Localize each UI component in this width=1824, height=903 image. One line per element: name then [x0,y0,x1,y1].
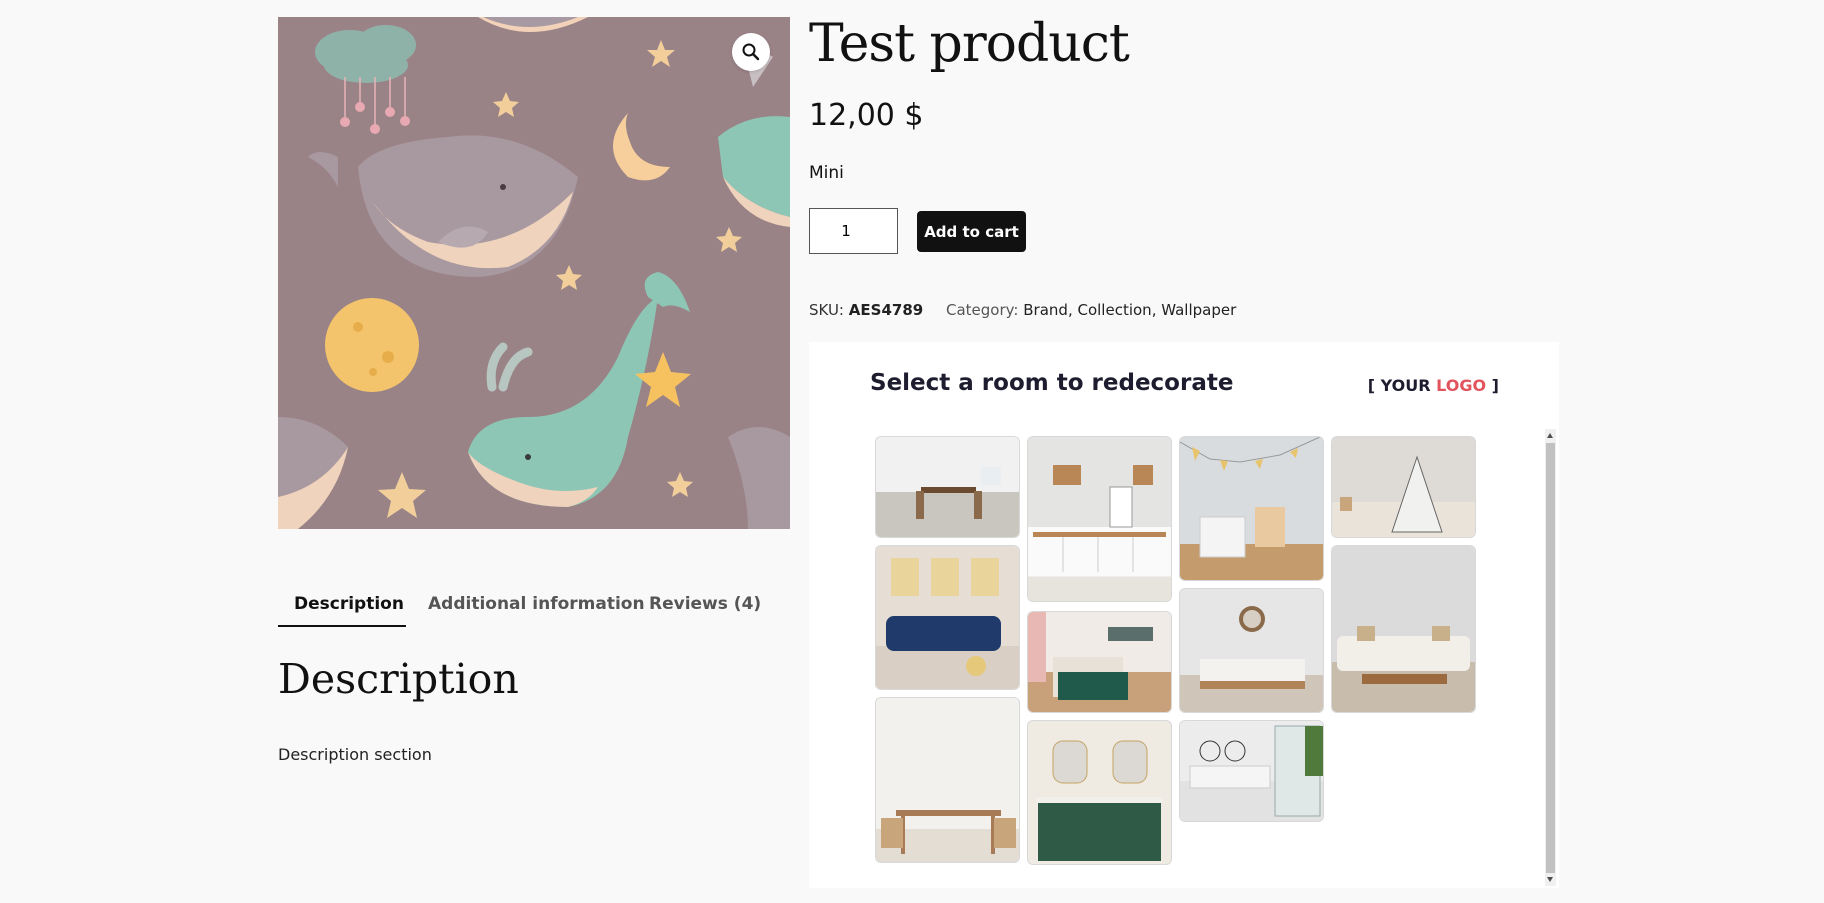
room-image [1340,455,1443,533]
zoom-button[interactable] [732,33,770,71]
room-thumb-bathroom-green-vanity[interactable] [1028,721,1171,864]
room-list-scrollbar[interactable] [1545,429,1556,886]
room-thumb-living-room-blue-sofa[interactable] [876,546,1019,689]
scroll-up-arrow-icon[interactable] [1547,433,1553,438]
room-thumb-kids-teepee[interactable] [1332,437,1475,537]
tab-additional-information[interactable]: Additional information [428,594,645,614]
room-image [1189,725,1323,817]
room-image [1036,740,1163,861]
room-thumb-bedroom-clock[interactable] [1180,589,1323,712]
category-link-brand[interactable]: Brand [1023,301,1068,319]
room-image [1033,465,1166,572]
room-thumb-kitchen-cabinets[interactable] [1028,437,1171,601]
room-widget-title: Select a room to redecorate [870,370,1234,396]
room-image [916,467,1001,519]
scroll-down-arrow-icon[interactable] [1547,877,1553,882]
tab-description[interactable]: Description [294,594,404,614]
room-thumb-bathroom-shower[interactable] [1180,721,1323,821]
category-link-wallpaper[interactable]: Wallpaper [1161,301,1236,319]
product-price: 12,00 $ [809,98,924,133]
description-text: Description section [278,745,432,764]
product-meta: SKU: AES4789 Category: Brand, Collection… [809,301,1237,319]
room-thumb-bedroom-green-bedding[interactable] [1028,612,1171,712]
product-tabs: Description Additional information Revie… [278,580,761,627]
whale-wallpaper-pattern [278,17,790,529]
room-thumb-living-room-beige-sofa[interactable] [1332,546,1475,712]
room-thumb-dining-room-white[interactable] [876,437,1019,537]
product-title: Test product [809,14,1130,74]
room-thumb-dining-table-wood[interactable] [876,698,1019,862]
sku-label: SKU: [809,301,844,319]
add-to-cart-button[interactable]: Add to cart [917,211,1026,252]
room-thumb-kids-room-bunting[interactable] [1180,437,1323,580]
room-visualizer-widget: Select a room to redecorate [ YOUR LOGO … [809,342,1559,888]
tab-reviews[interactable]: Reviews (4) [649,594,761,614]
product-image[interactable] [278,17,790,529]
zoom-magnifier-icon [742,43,760,61]
scrollbar-thumb[interactable] [1546,443,1555,873]
category-link-collection[interactable]: Collection [1077,301,1151,319]
brand-logo: [ YOUR LOGO ] [1367,376,1499,395]
product-variant: Mini [809,163,844,183]
room-image [881,810,1016,854]
active-tab-indicator [278,625,406,627]
sku-value: AES4789 [848,301,924,319]
room-image [1200,606,1305,689]
room-image [1337,626,1470,684]
category-label: Category: [945,301,1019,319]
room-image [886,558,1001,676]
room-image [1180,437,1321,558]
description-heading: Description [278,655,519,703]
quantity-input[interactable] [809,208,898,254]
room-image [1028,612,1153,700]
